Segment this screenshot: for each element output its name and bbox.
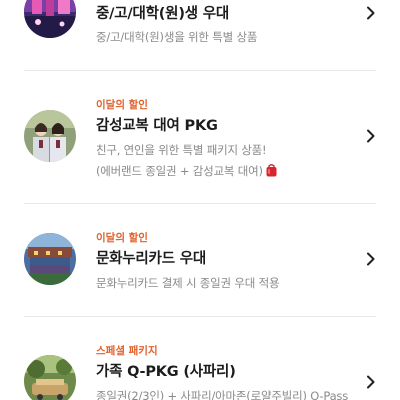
- divider: [24, 316, 376, 317]
- safari-photo-icon: [24, 355, 76, 400]
- item-tag: 스페셜 패키지: [96, 345, 158, 357]
- school-uniform-photo-icon: [24, 110, 76, 162]
- item-tag: 이달의 할인: [96, 99, 148, 111]
- list-item-culture-card[interactable]: 이달의 할인 문화누리카드 우대 문화누리카드 결제 시 종일권 우대 적용: [24, 226, 376, 306]
- student-photo-icon: [24, 0, 76, 38]
- chevron-right-icon[interactable]: [366, 252, 376, 266]
- divider: [24, 203, 376, 204]
- list-item-student-discount[interactable]: 중/고/대학(원)생 우대 중/고/대학(원)생을 위한 특별 상품: [24, 0, 376, 70]
- chevron-right-icon[interactable]: [366, 129, 376, 143]
- item-title: 중/고/대학(원)생 우대: [96, 6, 230, 22]
- item-description: 종일권(2/3인) + 사파리/아마존(로얄주빌리) Q-Pass: [96, 389, 348, 400]
- item-description: 문화누리카드 결제 시 종일권 우대 적용: [96, 276, 280, 290]
- item-title: 가족 Q-PKG (사파리): [96, 364, 236, 380]
- red-bag-icon: [266, 163, 277, 177]
- item-title: 문화누리카드 우대: [96, 251, 206, 267]
- package-list: 중/고/대학(원)생 우대 중/고/대학(원)생을 위한 특별 상품 이달의 할…: [0, 0, 400, 400]
- item-title: 감성교복 대여 PKG: [96, 118, 218, 134]
- chevron-right-icon[interactable]: [366, 6, 376, 20]
- list-item-family-safari-pkg[interactable]: 스페셜 패키지 가족 Q-PKG (사파리) 종일권(2/3인) + 사파리/아…: [24, 339, 376, 400]
- item-description-line-2: (에버랜드 종일권 + 감성교복 대여): [96, 161, 277, 182]
- item-tag: 이달의 할인: [96, 232, 148, 244]
- divider: [24, 70, 376, 71]
- item-description: 중/고/대학(원)생을 위한 특별 상품: [96, 30, 258, 44]
- culture-card-photo-icon: [24, 233, 76, 285]
- item-description: 친구, 연인을 위한 특별 패키지 상품!: [96, 143, 267, 157]
- list-item-uniform-rental[interactable]: 이달의 할인 감성교복 대여 PKG 친구, 연인을 위한 특별 패키지 상품!…: [24, 92, 376, 188]
- chevron-right-icon[interactable]: [366, 375, 376, 389]
